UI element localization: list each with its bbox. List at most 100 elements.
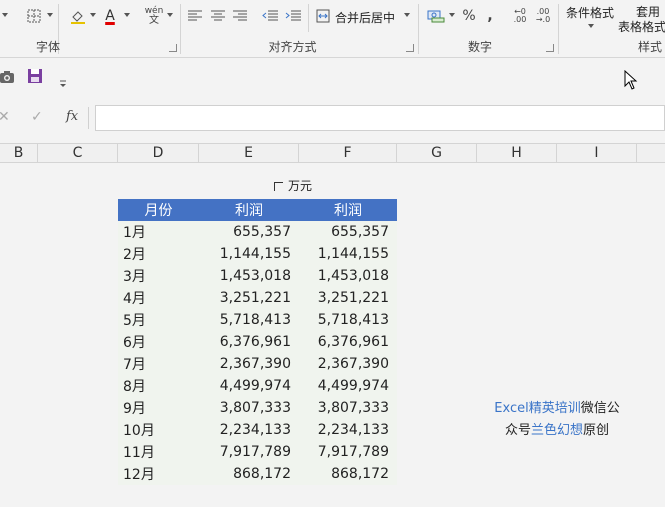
profit-cell-f[interactable]: 4,499,974 (299, 375, 397, 397)
month-cell[interactable]: 1月 (118, 221, 199, 243)
confirm-entry-icon[interactable]: ✓ (31, 109, 43, 125)
header-cell-profit-f[interactable]: 利润 (299, 199, 397, 221)
align-right-icon[interactable] (231, 6, 249, 26)
profit-cell-e[interactable]: 4,499,974 (199, 375, 299, 397)
increase-indent-icon[interactable] (284, 6, 302, 26)
phonetic-dropdown-icon[interactable] (167, 13, 173, 17)
percent-button[interactable]: % (460, 6, 478, 26)
font-color-button[interactable]: A (100, 6, 120, 26)
table-row: 9月 3,807,333 3,807,333 (118, 397, 397, 419)
increase-decimal-icon[interactable]: ←0.00 (510, 6, 530, 26)
column-header-i[interactable]: I (557, 144, 637, 163)
table-row: 8月 4,499,974 4,499,974 (118, 375, 397, 397)
profit-cell-f[interactable]: 6,376,961 (299, 331, 397, 353)
profit-cell-e[interactable]: 7,917,789 (199, 441, 299, 463)
column-header-b[interactable]: B (0, 144, 38, 163)
month-cell[interactable]: 9月 (118, 397, 199, 419)
header-cell-month[interactable]: 月份 (118, 199, 199, 221)
decrease-decimal-icon[interactable]: .00 →.0 (533, 6, 553, 26)
font-size-dropdown[interactable] (2, 13, 8, 17)
conditional-format-button[interactable]: 条件格式 (566, 4, 614, 21)
profit-cell-f[interactable]: 1,144,155 (299, 243, 397, 265)
align-center-icon[interactable] (209, 6, 227, 26)
header-cell-profit-e[interactable]: 利润 (199, 199, 299, 221)
merge-center-button[interactable]: 合并后居中 (335, 9, 395, 26)
profit-cell-e[interactable]: 3,807,333 (199, 397, 299, 419)
profit-cell-e[interactable]: 1,453,018 (199, 265, 299, 287)
conditional-format-dropdown-icon[interactable] (588, 24, 594, 28)
profit-cell-e[interactable]: 2,367,390 (199, 353, 299, 375)
formula-input[interactable] (95, 105, 665, 131)
phonetic-button[interactable]: wén 文 (143, 6, 165, 26)
column-header-g[interactable]: G (397, 144, 477, 163)
font-color-dropdown-icon[interactable] (124, 13, 130, 17)
fill-color-dropdown-icon[interactable] (90, 13, 96, 17)
font-dialog-launcher-icon[interactable] (169, 44, 177, 52)
group-label-font: 字体 (35, 40, 60, 54)
profit-cell-e[interactable]: 1,144,155 (199, 243, 299, 265)
month-cell[interactable]: 10月 (118, 419, 199, 441)
fill-color-icon[interactable] (68, 6, 88, 26)
month-cell[interactable]: 12月 (118, 463, 199, 485)
credit-author: 兰色幻想 (530, 423, 583, 438)
number-dialog-launcher-icon[interactable] (546, 44, 554, 52)
profit-cell-f[interactable]: 5,718,413 (299, 309, 397, 331)
profit-cell-e[interactable]: 655,357 (199, 221, 299, 243)
table-row: 10月 2,234,133 2,234,133 (118, 419, 397, 441)
profit-cell-e[interactable]: 868,172 (199, 463, 299, 485)
profit-cell-e[interactable]: 2,234,133 (199, 419, 299, 441)
profit-cell-e[interactable]: 5,718,413 (199, 309, 299, 331)
border-dropdown-icon[interactable] (47, 13, 53, 17)
comma-button[interactable]: , (483, 6, 497, 26)
column-header-e[interactable]: E (199, 144, 299, 163)
month-cell[interactable]: 2月 (118, 243, 199, 265)
alignment-dialog-launcher-icon[interactable] (406, 44, 414, 52)
table-header-row: 月份 利润 利润 (118, 199, 397, 221)
save-icon[interactable] (27, 68, 43, 88)
group-label-number: 数字 (467, 40, 492, 54)
camera-icon[interactable] (0, 69, 16, 88)
column-header-d[interactable]: D (118, 144, 199, 163)
cancel-entry-icon[interactable]: ✕ (0, 109, 10, 125)
profit-cell-f[interactable]: 7,917,789 (299, 441, 397, 463)
accounting-format-icon[interactable] (426, 6, 446, 26)
column-header-f[interactable]: F (299, 144, 397, 163)
month-cell[interactable]: 8月 (118, 375, 199, 397)
profit-cell-f[interactable]: 655,357 (299, 221, 397, 243)
table-row: 4月 3,251,221 3,251,221 (118, 287, 397, 309)
table-row: 3月 1,453,018 1,453,018 (118, 265, 397, 287)
profit-cell-f[interactable]: 868,172 (299, 463, 397, 485)
decrease-indent-icon[interactable] (261, 6, 279, 26)
table-row: 11月 7,917,789 7,917,789 (118, 441, 397, 463)
month-cell[interactable]: 7月 (118, 353, 199, 375)
border-icon[interactable] (24, 6, 44, 26)
unit-label: 万元 (288, 179, 313, 193)
align-left-icon[interactable] (186, 6, 204, 26)
profit-cell-f[interactable]: 3,251,221 (299, 287, 397, 309)
month-cell[interactable]: 3月 (118, 265, 199, 287)
column-headers: B C D E F G H I (0, 143, 665, 163)
profit-cell-f[interactable]: 2,367,390 (299, 353, 397, 375)
month-cell[interactable]: 6月 (118, 331, 199, 353)
unit-cell[interactable]: 万元 (274, 177, 312, 194)
table-format-label-2[interactable]: 表格格式 (618, 18, 665, 35)
profit-table: 月份 利润 利润 1月 655,357 655,357 2月 1,144,155 1,1… (118, 199, 397, 485)
insert-function-icon[interactable]: fx (66, 109, 78, 124)
month-cell[interactable]: 11月 (118, 441, 199, 463)
column-header-c[interactable]: C (38, 144, 118, 163)
profit-cell-f[interactable]: 1,453,018 (299, 265, 397, 287)
profit-cell-e[interactable]: 6,376,961 (199, 331, 299, 353)
merge-center-dropdown-icon[interactable] (404, 13, 410, 17)
month-cell[interactable]: 5月 (118, 309, 199, 331)
profit-cell-f[interactable]: 3,807,333 (299, 397, 397, 419)
table-row: 6月 6,376,961 6,376,961 (118, 331, 397, 353)
customize-toolbar-icon[interactable] (59, 73, 67, 92)
column-header-h[interactable]: H (477, 144, 557, 163)
table-row: 5月 5,718,413 5,718,413 (118, 309, 397, 331)
profit-cell-f[interactable]: 2,234,133 (299, 419, 397, 441)
profit-cell-e[interactable]: 3,251,221 (199, 287, 299, 309)
accounting-dropdown-icon[interactable] (449, 13, 455, 17)
month-cell[interactable]: 4月 (118, 287, 199, 309)
credit-text-3: 原创 (583, 423, 610, 438)
merge-center-icon (315, 6, 331, 26)
